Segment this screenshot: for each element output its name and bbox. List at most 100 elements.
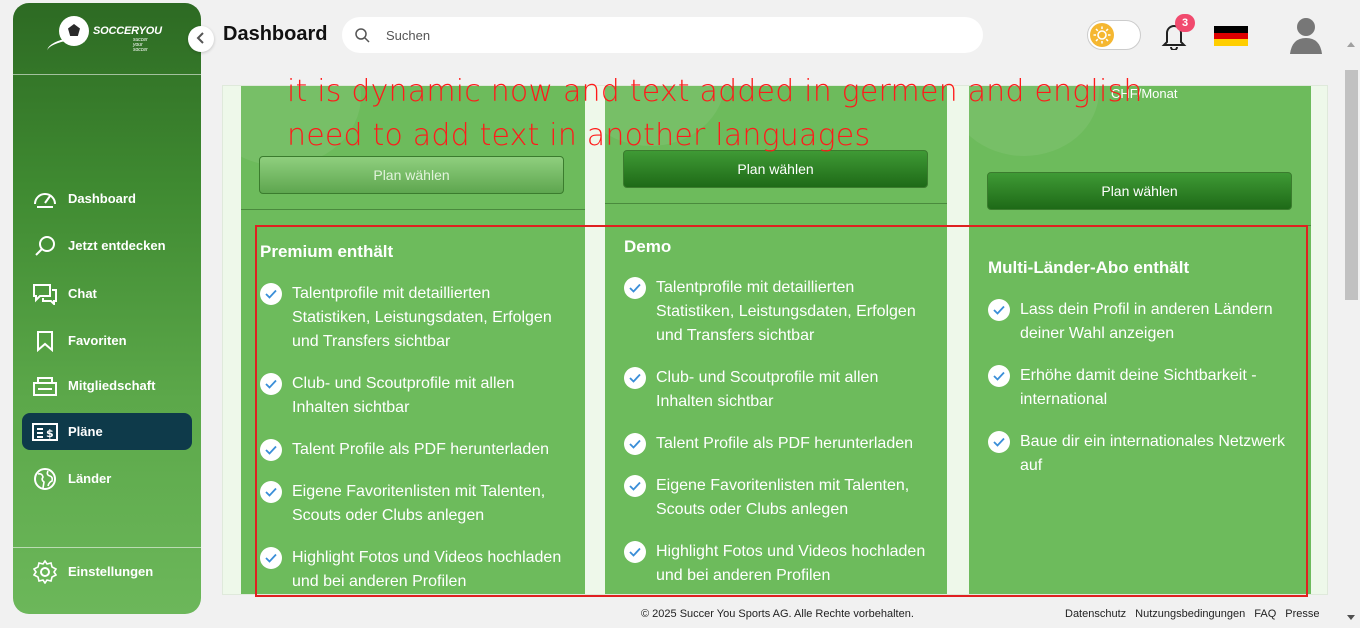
feature-list: Talentprofile mit detaillierten Statisti… (624, 276, 936, 594)
list-item: Talent Profile als PDF herunterladen (624, 432, 936, 456)
brand-name: SOCCERYOU (93, 25, 162, 37)
choose-plan-button[interactable]: Plan wählen (259, 156, 564, 194)
list-item: Eigene Favoritenlisten mit Talenten, Sco… (260, 480, 572, 528)
scroll-up-arrow-icon[interactable] (1347, 42, 1355, 47)
check-circle-icon (624, 367, 646, 389)
sidebar-item-label: Pläne (68, 424, 103, 439)
svg-text:$: $ (46, 427, 54, 440)
list-item: Talent Profile als PDF herunterladen (260, 438, 572, 462)
swoosh-icon (45, 35, 87, 59)
sidebar-item-label: Chat (68, 286, 97, 301)
search-bar[interactable] (342, 17, 983, 53)
plan-heading: Premium enthält (260, 242, 394, 261)
check-circle-icon (988, 299, 1010, 321)
sidebar-item-label: Dashboard (68, 191, 136, 206)
sidebar-item-countries[interactable]: Länder (22, 460, 192, 497)
notification-badge: 3 (1175, 14, 1195, 32)
feature-text: Baue dir ein internationales Netzwerk au… (1020, 433, 1286, 474)
check-circle-icon (260, 373, 282, 395)
sidebar-item-membership[interactable]: Mitgliedschaft (22, 367, 192, 404)
feature-text: Eigene Favoritenlisten mit Talenten, Sco… (656, 477, 910, 518)
feature-text: Highlight Fotos und Videos hochladen und… (656, 543, 926, 584)
list-item: Eigene Favoritenlisten mit Talenten, Sco… (624, 474, 936, 522)
logo[interactable]: SOCCERYOU succer your soccer (13, 3, 201, 75)
search-icon (32, 233, 58, 259)
check-circle-icon (624, 541, 646, 563)
footer-link-privacy[interactable]: Datenschutz (1065, 608, 1126, 620)
sidebar-item-favorites[interactable]: Favoriten (22, 322, 192, 359)
search-input[interactable] (386, 27, 946, 43)
feature-text: Talentprofile mit detaillierten Statisti… (656, 279, 916, 344)
globe-icon (32, 466, 58, 492)
list-item: Talentprofile mit detaillierten Statisti… (260, 282, 572, 354)
list-item: Erhöhe damit deine Sichtbarkeit - intern… (988, 364, 1300, 412)
check-circle-icon (260, 481, 282, 503)
check-circle-icon (260, 439, 282, 461)
chat-icon (32, 281, 58, 307)
german-flag-icon[interactable] (1214, 26, 1248, 46)
divider (969, 225, 1311, 226)
page-scrollbar[interactable] (1343, 42, 1360, 628)
sidebar-item-chat[interactable]: Chat (22, 275, 192, 312)
feature-text: Talent Profile als PDF herunterladen (292, 441, 550, 458)
gear-icon (32, 559, 58, 585)
plans-icon: $ (32, 419, 58, 445)
scroll-down-arrow-icon[interactable] (1347, 615, 1355, 620)
feature-text: Eigene Favoritenlisten mit Talenten, Sco… (292, 483, 546, 524)
membership-icon (32, 373, 58, 399)
sidebar-item-dashboard[interactable]: Dashboard (22, 180, 192, 217)
plan-heading: Multi-Länder-Abo enthält (988, 258, 1190, 277)
bookmark-icon (32, 328, 58, 354)
footer-link-faq[interactable]: FAQ (1254, 608, 1276, 620)
feature-text: Erhöhe damit deine Sichtbarkeit - intern… (1020, 367, 1257, 408)
sidebar-item-label: Jetzt entdecken (68, 238, 166, 253)
footer-links: Datenschutz Nutzungsbedingungen FAQ Pres… (1065, 608, 1320, 620)
user-avatar[interactable] (1288, 16, 1324, 54)
check-circle-icon (988, 365, 1010, 387)
sidebar-item-label: Länder (68, 471, 112, 486)
page-title: Dashboard (223, 23, 328, 45)
feature-text: Club- und Scoutprofile mit allen Inhalte… (292, 375, 515, 416)
check-circle-icon (624, 277, 646, 299)
sidebar-item-discover[interactable]: Jetzt entdecken (22, 227, 192, 264)
divider (13, 547, 201, 548)
plans-panel: Plan wählen Premium enthält Talentprofil… (222, 85, 1328, 595)
choose-plan-button[interactable]: Plan wählen (987, 172, 1292, 210)
list-item: Talentprofile mit detaillierten Statisti… (624, 276, 936, 348)
check-circle-icon (988, 431, 1010, 453)
check-circle-icon (624, 433, 646, 455)
sidebar-item-label: Mitgliedschaft (68, 378, 156, 393)
feature-text: Lass dein Profil in anderen Ländern dein… (1020, 301, 1273, 342)
feature-text: Highlight Fotos und Videos hochladen und… (292, 549, 562, 590)
list-item: Baue dir ein internationales Netzwerk au… (988, 430, 1300, 478)
feature-text: Talent Profile als PDF herunterladen (656, 435, 914, 452)
sidebar-item-label: Favoriten (68, 333, 127, 348)
bell-icon (1160, 25, 1188, 54)
check-circle-icon (624, 475, 646, 497)
collapse-sidebar-button[interactable] (188, 26, 214, 52)
sidebar: SOCCERYOU succer your soccer Dashboard J… (13, 3, 201, 614)
theme-toggle[interactable] (1087, 20, 1141, 50)
sun-icon (1090, 23, 1114, 47)
scrollbar-thumb[interactable] (1345, 70, 1358, 300)
sidebar-item-settings[interactable]: Einstellungen (22, 553, 192, 590)
annotation-text: it is dynamic now and text added in germ… (287, 70, 1143, 158)
plan-card-demo: Plan wählen Demo Talentprofile mit detai… (605, 86, 947, 594)
list-item: Highlight Fotos und Videos hochladen und… (624, 540, 936, 588)
check-circle-icon (260, 283, 282, 305)
annotation-line: it is dynamic now and text added in germ… (287, 74, 1143, 109)
feature-text: Club- und Scoutprofile mit allen Inhalte… (656, 369, 879, 410)
feature-list: Lass dein Profil in anderen Ländern dein… (988, 298, 1300, 496)
feature-text: Talentprofile mit detaillierten Statisti… (292, 285, 552, 350)
sidebar-item-label: Einstellungen (68, 564, 154, 579)
gauge-icon (32, 186, 58, 212)
footer-link-press[interactable]: Presse (1285, 608, 1319, 620)
footer-link-terms[interactable]: Nutzungsbedingungen (1135, 608, 1245, 620)
list-item: Club- und Scoutprofile mit allen Inhalte… (624, 366, 936, 414)
search-icon (354, 27, 370, 43)
divider (241, 209, 585, 210)
check-circle-icon (260, 547, 282, 569)
sidebar-item-plans[interactable]: $ Pläne (22, 413, 192, 450)
list-item: Lass dein Profil in anderen Ländern dein… (988, 298, 1300, 346)
list-item: Highlight Fotos und Videos hochladen und… (260, 546, 572, 594)
